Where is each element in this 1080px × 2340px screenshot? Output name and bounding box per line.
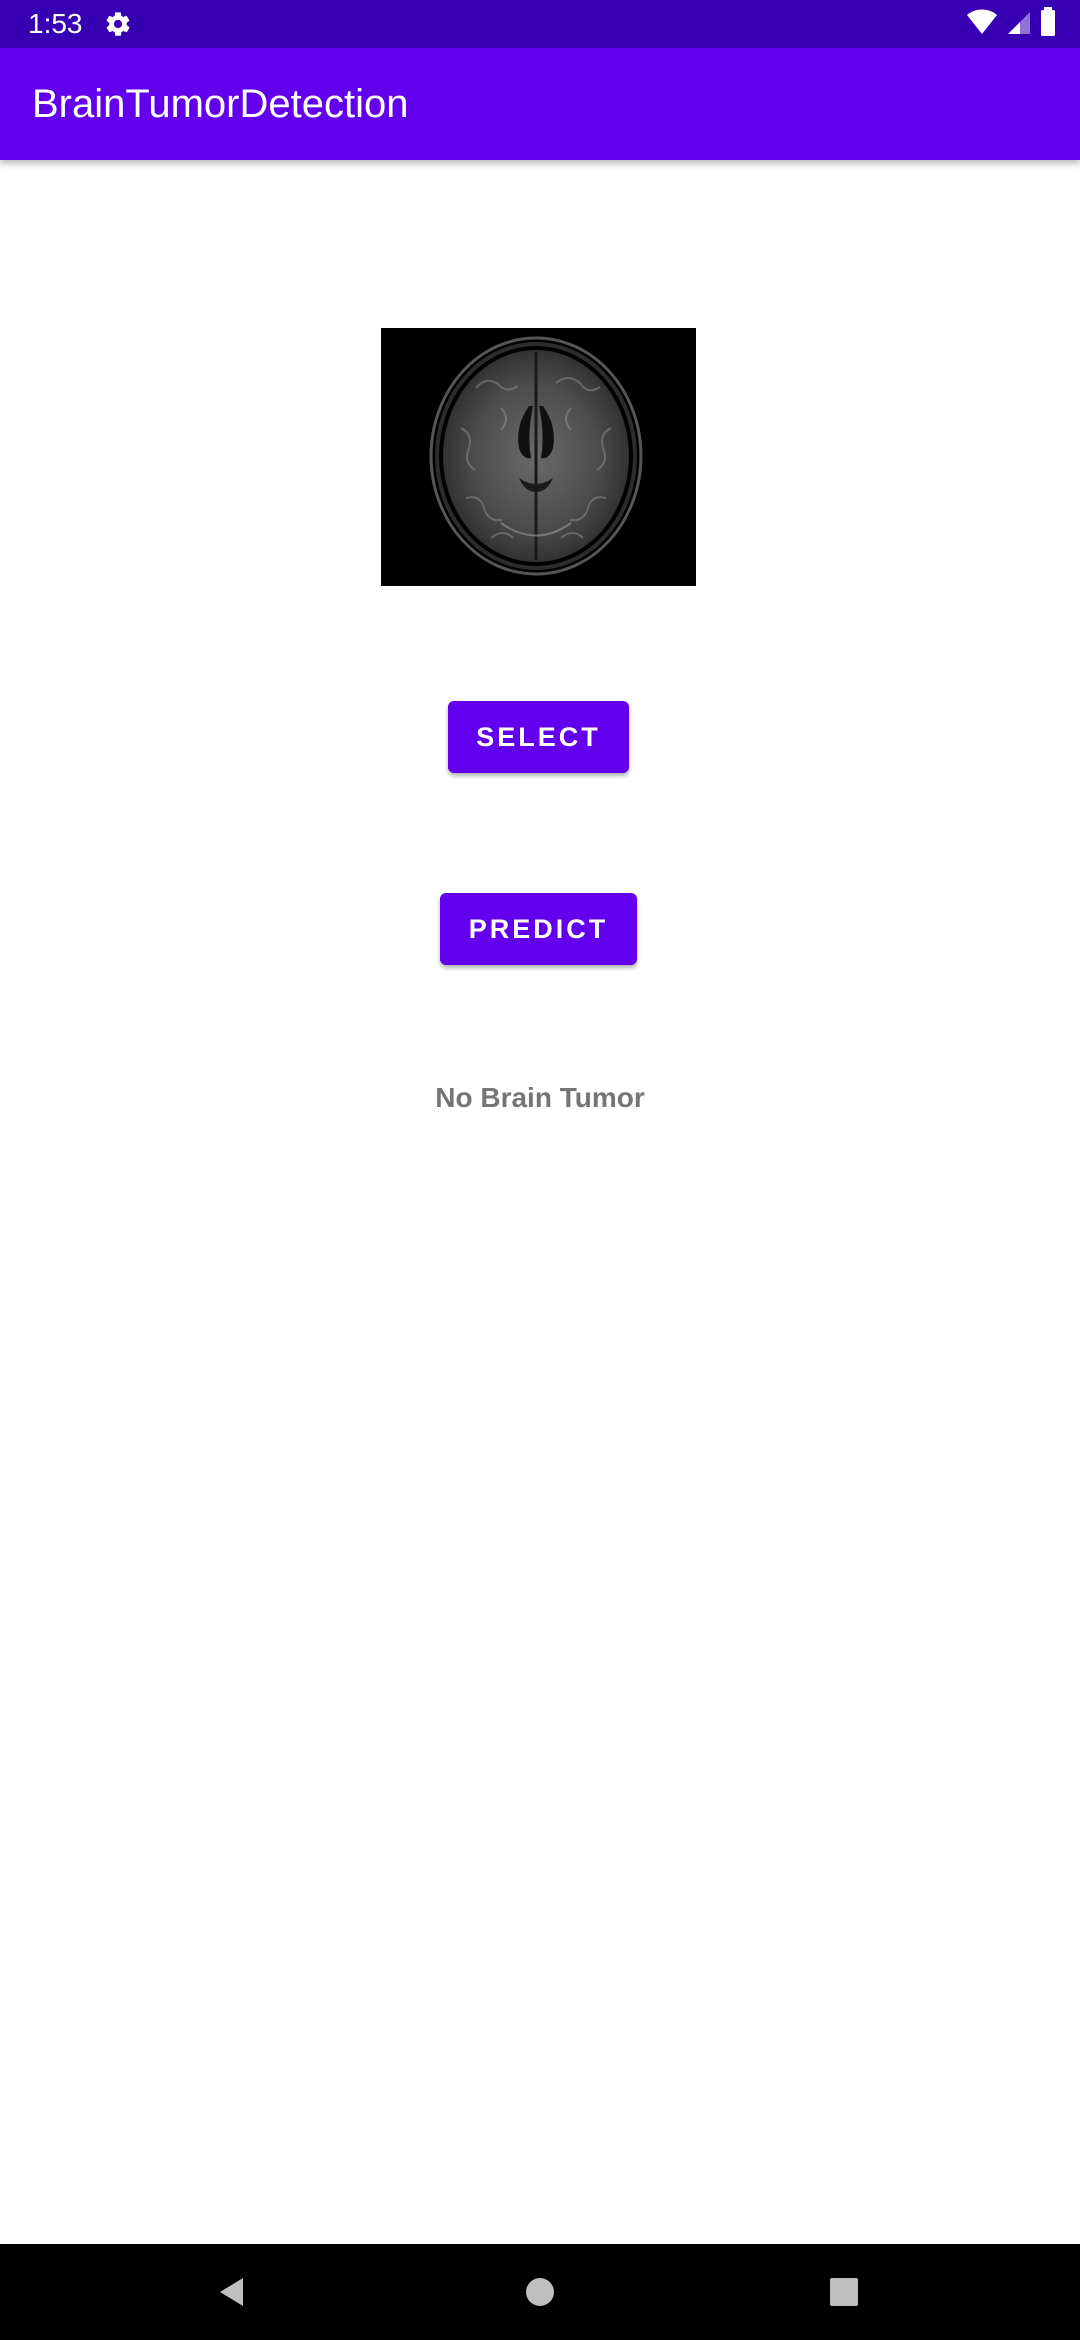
home-icon[interactable] [480,2244,600,2340]
wifi-icon [966,8,998,41]
brain-mri-scan-image [381,328,696,586]
signal-icon [1006,8,1032,41]
screen: 1:53 BrainTumorDetection SELECT PREDICT … [0,0,1080,2340]
status-time: 1:53 [28,8,83,39]
predict-button[interactable]: PREDICT [440,893,637,965]
recents-icon[interactable] [784,2244,904,2340]
status-bar: 1:53 [0,0,1080,48]
back-icon[interactable] [172,2244,292,2340]
app-bar: BrainTumorDetection [0,48,1080,160]
navigation-bar [0,2244,1080,2340]
app-title: BrainTumorDetection [32,82,409,126]
settings-gear-icon [104,10,132,38]
status-icons [966,6,1056,42]
select-button[interactable]: SELECT [448,701,629,773]
prediction-result-text: No Brain Tumor [435,1082,645,1113]
battery-icon [1040,6,1056,42]
